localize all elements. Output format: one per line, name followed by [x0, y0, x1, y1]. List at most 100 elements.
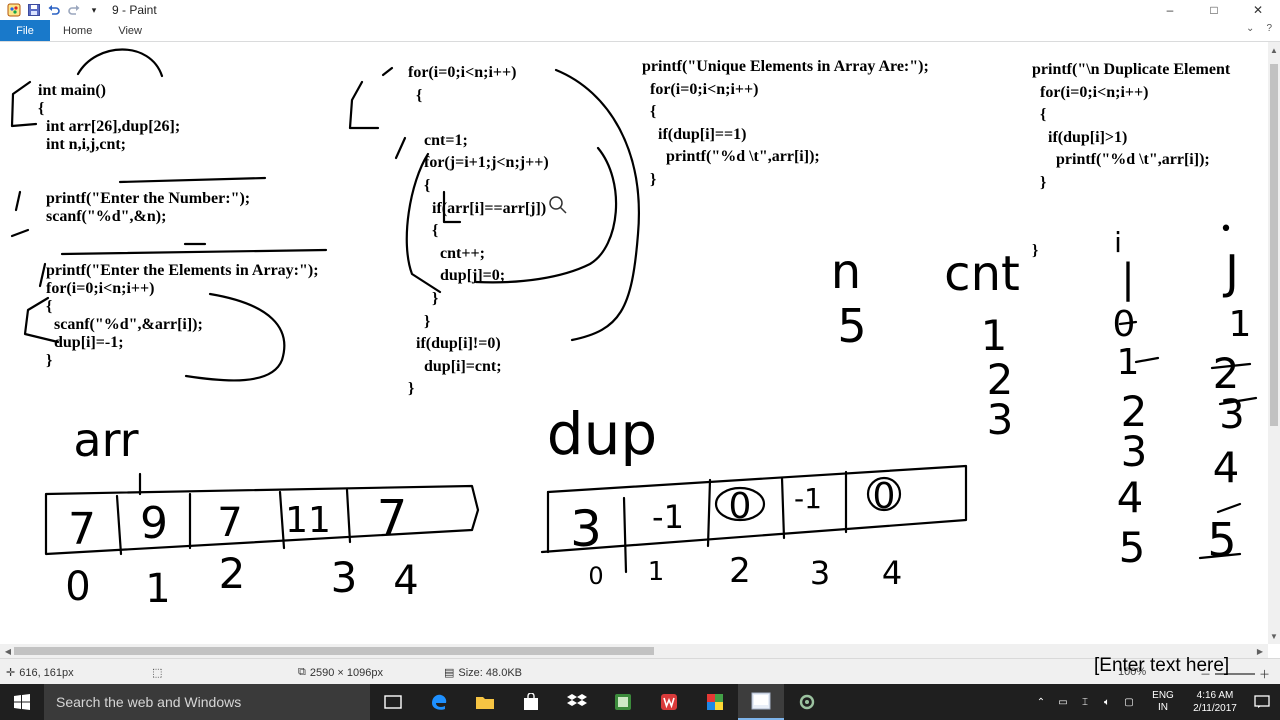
tab-file[interactable]: File [0, 20, 50, 41]
hand-i-5: 5 [1119, 523, 1146, 572]
file-size-text: Size: 48.0KB [458, 666, 522, 679]
dup-index-2: 2 [729, 551, 751, 591]
ribbon-collapse-icon[interactable]: ⌄ [1246, 23, 1254, 34]
window-controls: – □ ✕ [1148, 0, 1280, 20]
scroll-up-icon[interactable]: ▲ [1268, 44, 1280, 56]
battery-icon[interactable]: ▭ [1052, 697, 1074, 708]
arr-array-box [44, 484, 480, 556]
taskbar-apps [370, 684, 830, 720]
title-bar: ▾ 9 - Paint – □ ✕ [0, 0, 1280, 20]
help-icon[interactable]: ? [1266, 23, 1272, 34]
edge-browser-icon[interactable] [416, 684, 462, 720]
taskbar-clock[interactable]: 4:16 AM 2/11/2017 [1186, 689, 1244, 715]
file-explorer-icon[interactable] [462, 684, 508, 720]
green-app-icon[interactable] [600, 684, 646, 720]
paint-taskbar-icon[interactable] [738, 684, 784, 720]
arr-cell-2: 7 [217, 500, 242, 546]
hand-cnt-3: 3 [987, 395, 1014, 444]
ribbon-right-controls: ⌄ ? [1246, 23, 1272, 34]
colorful-app-icon[interactable] [692, 684, 738, 720]
hand-j-5: 5 [1207, 513, 1236, 567]
scroll-left-icon[interactable]: ◀ [2, 644, 14, 658]
wps-writer-icon[interactable] [646, 684, 692, 720]
status-bar: ✛ 616, 161px ⬚ ⧉ 2590 × 1096px ▤ Size: 4… [0, 658, 1280, 684]
clock-date: 2/11/2017 [1193, 703, 1237, 714]
vertical-scroll-thumb[interactable] [1270, 64, 1278, 426]
cursor-position-text: 616, 161px [19, 666, 74, 679]
windows-logo-icon [14, 694, 30, 710]
dup-cell-2: 0 [729, 486, 752, 527]
stroke-mark-5 [394, 136, 407, 160]
selection-size-status: ⬚ [152, 666, 162, 679]
dup-array-box [540, 464, 968, 554]
scroll-down-icon[interactable]: ▼ [1268, 630, 1280, 642]
maximize-button[interactable]: □ [1192, 0, 1236, 20]
save-icon[interactable] [26, 2, 42, 18]
store-icon[interactable] [508, 684, 554, 720]
stroke-mark-4 [381, 66, 394, 77]
clock-time: 4:16 AM [1196, 690, 1234, 701]
image-size-status: ⧉ 2590 × 1096px [298, 666, 383, 679]
dup-cell-3: -1 [794, 482, 822, 515]
paint-app-icon [6, 2, 22, 18]
stroke-main-bracket [10, 80, 38, 128]
hand-cnt-label: cnt [944, 246, 1020, 302]
action-center-icon[interactable] [1244, 695, 1280, 709]
dropbox-icon[interactable] [554, 684, 600, 720]
stroke-mark-3 [38, 262, 47, 288]
system-tray: ⌃ ▭ ⌶ 🔈︎ ▢ ENG IN 4:16 AM 2/11/2017 [1030, 684, 1280, 720]
start-button[interactable] [0, 684, 44, 720]
horizontal-scrollbar[interactable]: ◀ ▶ [0, 644, 1268, 658]
taskbar-search-box[interactable]: Search the web and Windows [44, 684, 370, 720]
volume-icon[interactable]: 🔈︎ [1096, 697, 1118, 708]
cursor-position-status: ✛ 616, 161px [6, 666, 74, 680]
minimize-button[interactable]: – [1148, 0, 1192, 20]
arr-cell-3: 11 [285, 500, 331, 541]
quick-access-toolbar: ▾ [0, 2, 102, 18]
redo-icon[interactable] [66, 2, 82, 18]
arr-index-2: 2 [219, 549, 246, 598]
message-icon[interactable]: ▢ [1118, 697, 1140, 708]
handwriting-layer: arr dup n 5 cnt 1 2 3 i • J | 0 1 2 3 4 … [10, 48, 1258, 612]
task-view-icon[interactable] [370, 684, 416, 720]
dup-index-1: 1 [648, 557, 665, 587]
lang-text: ENG [1152, 690, 1174, 701]
close-button[interactable]: ✕ [1236, 0, 1280, 20]
stroke-inner-loop [474, 146, 618, 284]
hand-j-label: J [1222, 245, 1239, 299]
arr-index-3: 3 [331, 553, 358, 602]
scroll-right-icon[interactable]: ▶ [1254, 644, 1266, 658]
horizontal-scroll-thumb[interactable] [14, 647, 654, 655]
window-title: 9 - Paint [112, 3, 157, 17]
hand-n-label: n [831, 244, 861, 300]
image-size-icon: ⧉ [298, 666, 306, 678]
hand-j-3: 3 [1219, 392, 1244, 438]
tab-home[interactable]: Home [50, 20, 105, 41]
hand-dup-label: dup [547, 400, 657, 468]
zoom-in-icon[interactable]: ＋ [1259, 666, 1270, 682]
hand-i-4: 4 [1117, 473, 1144, 522]
search-placeholder: Search the web and Windows [56, 694, 242, 710]
hand-j-2: 2 [1213, 349, 1240, 398]
customize-qa-dropdown-icon[interactable]: ▾ [86, 2, 102, 18]
network-icon[interactable]: ⌶ [1074, 697, 1096, 708]
undo-icon[interactable] [46, 2, 62, 18]
tray-overflow-icon[interactable]: ⌃ [1030, 697, 1052, 708]
dup-index-0: 0 [588, 562, 603, 590]
arr-cell-1: 9 [140, 498, 168, 549]
file-size-status: ▤ Size: 48.0KB [444, 666, 522, 680]
dup-index-3: 3 [810, 554, 830, 592]
stroke-underline-1 [118, 176, 267, 184]
vertical-scrollbar[interactable]: ▲ ▼ [1268, 42, 1280, 644]
input-language-indicator[interactable]: ENG IN [1140, 690, 1186, 714]
tab-view[interactable]: View [105, 20, 155, 41]
hand-i-0: 0 [1113, 304, 1136, 345]
text-tool-box[interactable]: [Enter text here] [1094, 655, 1229, 677]
settings-app-icon[interactable] [784, 684, 830, 720]
arr-index-4: 4 [393, 558, 418, 604]
cursor-position-icon: ✛ [6, 667, 16, 679]
taskbar: Search the web and Windows ⌃ ▭ ⌶ 🔈︎ ▢ EN… [0, 684, 1280, 720]
region-text: IN [1158, 702, 1168, 713]
arr-index-0: 0 [65, 564, 90, 610]
paint-canvas[interactable]: int main() { int arr[26],dup[26]; int n,… [0, 42, 1268, 644]
